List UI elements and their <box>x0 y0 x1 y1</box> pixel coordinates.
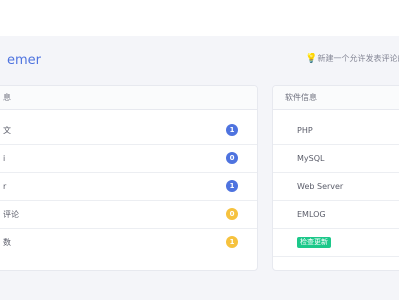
software-info-card: 软件信息 PHP MySQL Web Server EMLOG 检查更新 <box>272 85 399 271</box>
software-row-webserver: Web Server <box>273 173 399 201</box>
check-update-button[interactable]: 检查更新 <box>297 237 331 248</box>
software-info-title: 软件信息 <box>273 86 399 110</box>
stat-row-2[interactable]: i 0 <box>0 145 257 173</box>
stat-label: 评论 <box>3 210 19 219</box>
count-badge: 0 <box>226 152 238 164</box>
tip-text: 新建一个允许发表评论的 <box>317 54 399 63</box>
software-row-update: 检查更新 <box>273 229 399 257</box>
software-row-mysql: MySQL <box>273 145 399 173</box>
top-navbar <box>0 0 399 36</box>
stat-label: 数 <box>3 238 11 247</box>
tip-notice[interactable]: 💡新建一个允许发表评论的 <box>305 53 399 64</box>
count-badge: 1 <box>226 236 238 248</box>
stat-row-5[interactable]: 数 1 <box>0 229 257 257</box>
count-badge: 0 <box>226 208 238 220</box>
site-info-card: 息 文 1 i 0 r 1 评论 0 数 1 <box>0 85 258 271</box>
software-row-php: PHP <box>273 117 399 145</box>
stat-label: r <box>3 182 7 191</box>
stat-row-pending-comments[interactable]: 评论 0 <box>0 201 257 229</box>
count-badge: 1 <box>226 180 238 192</box>
stat-row-articles[interactable]: 文 1 <box>0 117 257 145</box>
welcome-greeting: emer <box>7 53 42 68</box>
stat-label: 文 <box>3 126 11 135</box>
stat-row-3[interactable]: r 1 <box>0 173 257 201</box>
stat-label: i <box>3 154 6 163</box>
lightbulb-icon: 💡 <box>305 53 318 64</box>
site-info-title: 息 <box>0 86 257 110</box>
software-row-emlog: EMLOG <box>273 201 399 229</box>
count-badge: 1 <box>226 124 238 136</box>
